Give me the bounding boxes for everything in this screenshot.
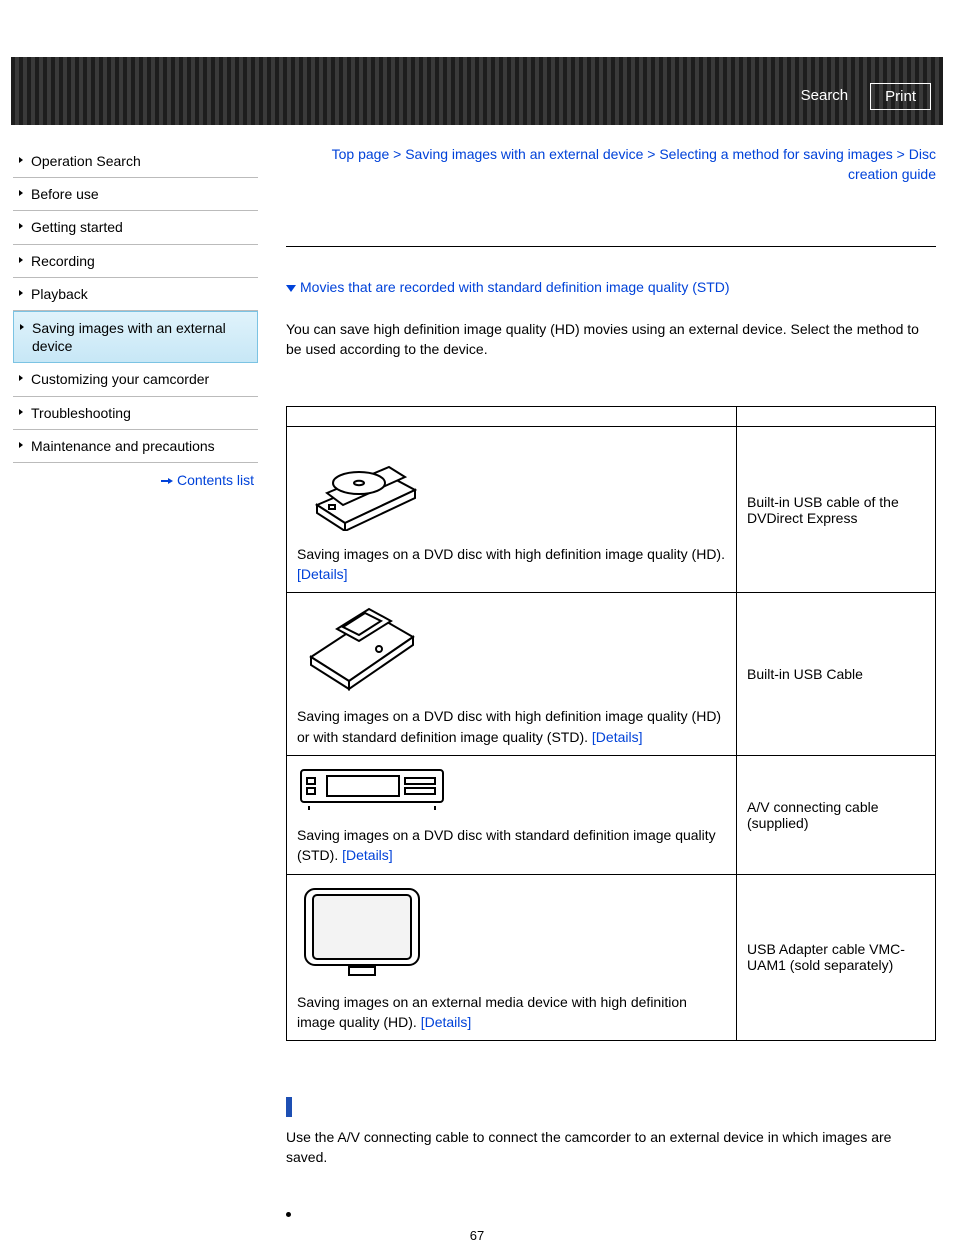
jump-link[interactable]: Movies that are recorded with standard d… <box>300 279 730 295</box>
details-link[interactable]: [Details] <box>297 566 348 582</box>
device-cell: Saving images on an external media devic… <box>287 874 737 1041</box>
header-band: Search Print <box>11 57 943 125</box>
sidebar-item[interactable]: Before use <box>13 178 258 211</box>
main-content: Top page > Saving images with an externa… <box>286 145 936 1224</box>
device-illustration <box>297 435 726 534</box>
std-paragraph: Use the A/V connecting cable to connect … <box>286 1127 936 1168</box>
device-cell: Saving images on a DVD disc with high de… <box>287 593 737 756</box>
section-marker <box>286 1097 292 1117</box>
device-description: Saving images on a DVD disc with high de… <box>297 544 726 585</box>
sidebar-item[interactable]: Saving images with an external device <box>13 311 258 363</box>
table-row: Saving images on an external media devic… <box>287 874 936 1041</box>
sidebar-item[interactable]: Customizing your camcorder <box>13 363 258 396</box>
print-button[interactable]: Print <box>870 83 931 110</box>
device-illustration <box>297 764 726 815</box>
table-row: Saving images on a DVD disc with high de… <box>287 426 936 593</box>
breadcrumb: Top page > Saving images with an externa… <box>286 145 936 184</box>
bullet-item <box>286 1208 936 1224</box>
jump-link-row: Movies that are recorded with standard d… <box>286 279 936 295</box>
cable-cell: Built-in USB cable of the DVDirect Expre… <box>737 426 936 593</box>
sidebar-item[interactable]: Operation Search <box>13 145 258 178</box>
arrow-right-icon <box>161 472 173 488</box>
cable-cell: USB Adapter cable VMC-UAM1 (sold separat… <box>737 874 936 1041</box>
sidebar-item[interactable]: Troubleshooting <box>13 397 258 430</box>
details-link[interactable]: [Details] <box>421 1014 472 1030</box>
cable-cell: A/V connecting cable (supplied) <box>737 755 936 874</box>
separator <box>286 246 936 247</box>
details-link[interactable]: [Details] <box>342 847 393 863</box>
device-illustration <box>297 601 726 696</box>
details-link[interactable]: [Details] <box>592 729 643 745</box>
sidebar-item[interactable]: Playback <box>13 278 258 311</box>
breadcrumb-link[interactable]: Top page <box>332 146 390 162</box>
device-illustration <box>297 883 726 982</box>
intro-paragraph: You can save high definition image quali… <box>286 319 936 360</box>
search-button[interactable]: Search <box>787 83 863 110</box>
sidebar-item[interactable]: Recording <box>13 245 258 278</box>
device-cell: Saving images on a DVD disc with standar… <box>287 755 737 874</box>
device-cell: Saving images on a DVD disc with high de… <box>287 426 737 593</box>
device-description: Saving images on a DVD disc with standar… <box>297 825 726 866</box>
page-number: 67 <box>0 1224 954 1253</box>
sidebar-item[interactable]: Maintenance and precautions <box>13 430 258 463</box>
breadcrumb-link[interactable]: Saving images with an external device <box>405 146 643 162</box>
device-description: Saving images on an external media devic… <box>297 992 726 1033</box>
breadcrumb-link[interactable]: Selecting a method for saving images <box>659 146 892 162</box>
device-description: Saving images on a DVD disc with high de… <box>297 706 726 747</box>
device-table: Saving images on a DVD disc with high de… <box>286 406 936 1041</box>
cable-cell: Built-in USB Cable <box>737 593 936 756</box>
table-row: Saving images on a DVD disc with high de… <box>287 593 936 756</box>
sidebar-item[interactable]: Getting started <box>13 211 258 244</box>
table-row: Saving images on a DVD disc with standar… <box>287 755 936 874</box>
contents-list-link[interactable]: Contents list <box>177 472 254 488</box>
triangle-down-icon <box>286 285 296 292</box>
sidebar-nav: Operation SearchBefore useGetting starte… <box>13 145 258 1224</box>
